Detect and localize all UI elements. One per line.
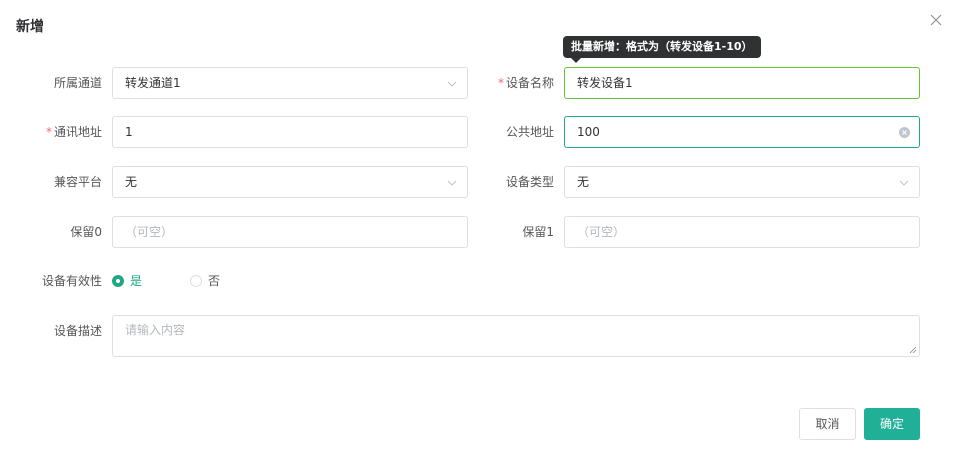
description-textarea[interactable]: 请输入内容	[112, 315, 920, 357]
chevron-down-icon	[447, 180, 457, 186]
dialog-title: 新增	[16, 19, 44, 35]
reserve0-label: 保留0	[70, 225, 102, 239]
comm-address-label: * 通讯地址	[45, 125, 102, 139]
chevron-down-icon	[899, 180, 909, 186]
validity-label: 设备有效性	[41, 274, 102, 288]
close-icon[interactable]	[930, 14, 944, 28]
radio-yes[interactable]: 是	[112, 272, 142, 290]
radio-checked-icon	[112, 274, 124, 287]
clear-circle-icon[interactable]	[899, 127, 910, 138]
required-mark: *	[497, 76, 504, 90]
channel-value: 转发通道1	[125, 76, 181, 90]
confirm-button[interactable]: 确定	[864, 408, 920, 440]
description-label: 设备描述	[53, 324, 102, 338]
device-name-label: * 设备名称	[497, 76, 554, 90]
radio-unchecked-icon	[190, 274, 202, 287]
public-address-label: 公共地址	[505, 125, 554, 139]
reserve1-label: 保留1	[522, 225, 554, 239]
comm-address-value: 1	[125, 125, 133, 139]
compat-platform-select[interactable]: 无	[112, 166, 468, 198]
channel-label: 所属通道	[53, 76, 102, 90]
device-type-value: 无	[577, 175, 590, 189]
channel-select[interactable]: 转发通道1	[112, 67, 468, 99]
batch-add-tooltip: 批量新增：格式为（转发设备1-10）	[563, 36, 761, 63]
compat-platform-label: 兼容平台	[53, 175, 102, 189]
radio-no[interactable]: 否	[190, 272, 220, 290]
reserve1-input[interactable]: （可空）	[564, 216, 920, 248]
resize-handle-icon[interactable]	[909, 346, 917, 354]
comm-address-input[interactable]: 1	[112, 116, 468, 148]
cancel-button[interactable]: 取消	[799, 408, 856, 440]
public-address-value: 100	[577, 125, 600, 139]
chevron-down-icon	[447, 81, 457, 87]
public-address-input[interactable]: 100	[564, 116, 920, 148]
compat-platform-value: 无	[125, 175, 138, 189]
device-name-input[interactable]: 转发设备1	[564, 67, 920, 99]
reserve0-input[interactable]: （可空）	[112, 216, 468, 248]
device-name-value: 转发设备1	[577, 76, 633, 90]
description-placeholder: 请输入内容	[125, 323, 186, 337]
required-mark: *	[45, 125, 52, 139]
add-dialog: 新增 批量新增：格式为（转发设备1-10） 所属通道 转发通道1 * 设备名称 转…	[0, 0, 960, 454]
device-type-label: 设备类型	[505, 175, 554, 189]
reserve0-placeholder: （可空）	[125, 225, 174, 239]
reserve1-placeholder: （可空）	[577, 225, 626, 239]
device-type-select[interactable]: 无	[564, 166, 920, 198]
